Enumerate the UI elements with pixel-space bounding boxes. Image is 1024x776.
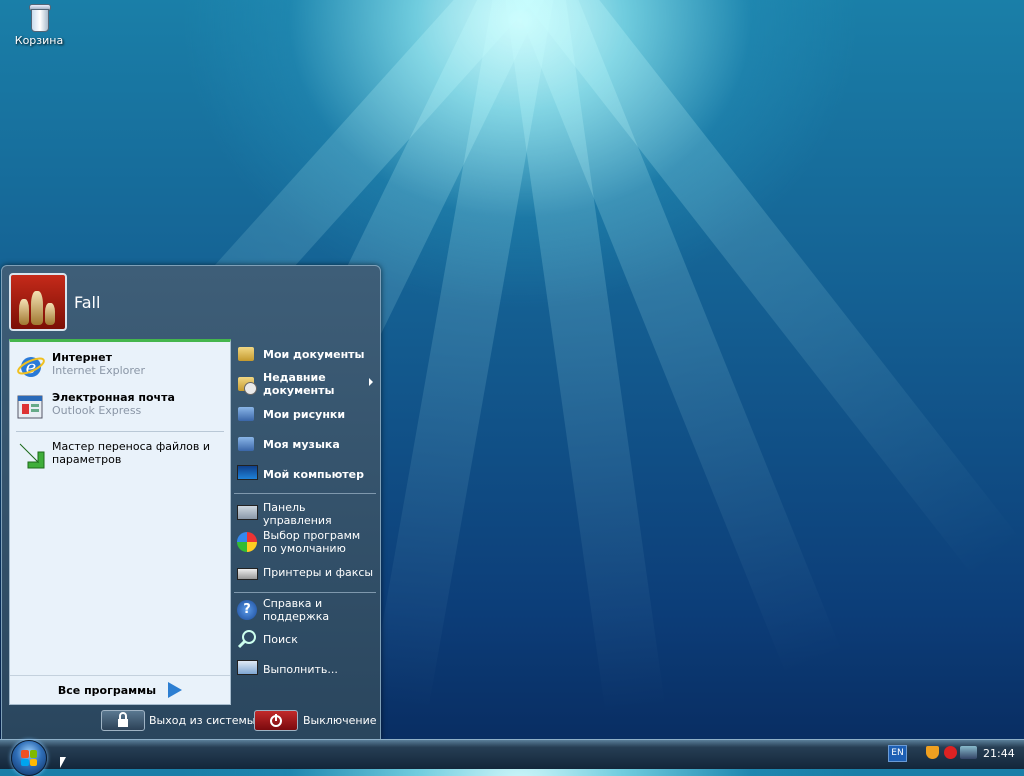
pinned-item-internet[interactable]: e Интернет Internet Explorer xyxy=(16,351,226,381)
recent-item-transfer-wizard[interactable]: Мастер переноса файлов и параметров xyxy=(16,440,226,470)
log-off-label[interactable]: Выход из системы xyxy=(149,714,255,727)
power-bar: Выход из системы Выключение xyxy=(2,703,380,739)
pinned-item-subtitle: Internet Explorer xyxy=(52,364,145,377)
menu-item-label: Выбор программ по умолчанию xyxy=(263,529,361,555)
lock-icon xyxy=(118,712,128,727)
desktop-icon-recycle-bin[interactable]: Корзина xyxy=(12,2,66,47)
menu-item-label: Поиск xyxy=(263,632,298,646)
desktop-icon-label: Корзина xyxy=(14,34,64,47)
computer-icon xyxy=(236,463,258,485)
documents-folder-icon xyxy=(236,343,258,365)
programs-pane: e Интернет Internet Explorer Электронная… xyxy=(9,339,231,705)
pictures-icon xyxy=(236,403,258,425)
menu-item-recent-documents[interactable]: Недавние документы xyxy=(236,371,376,397)
pane-divider xyxy=(16,431,224,432)
taskbar xyxy=(0,739,1024,769)
menu-item-label: Мои документы xyxy=(263,347,365,361)
all-programs-button[interactable]: Все программы xyxy=(10,675,230,704)
transfer-wizard-icon xyxy=(16,440,46,470)
menu-item-label: Моя музыка xyxy=(263,437,340,451)
music-icon xyxy=(236,433,258,455)
menu-item-printers[interactable]: Принтеры и факсы xyxy=(236,561,376,583)
recycle-bin-icon xyxy=(27,2,51,32)
right-divider xyxy=(234,592,376,593)
recent-item-title: Мастер переноса файлов и параметров xyxy=(52,440,211,466)
submenu-arrow-icon xyxy=(369,378,373,386)
control-panel-icon xyxy=(236,503,258,525)
menu-item-label: Принтеры и факсы xyxy=(263,565,374,579)
menu-item-my-pictures[interactable]: Мои рисунки xyxy=(236,403,376,425)
run-icon xyxy=(236,658,258,680)
menu-item-label: Выполнить... xyxy=(263,662,338,676)
menu-item-control-panel[interactable]: Панель управления xyxy=(236,501,376,527)
menu-item-my-music[interactable]: Моя музыка xyxy=(236,433,376,455)
power-icon xyxy=(270,714,282,727)
start-menu: Fall e Интернет Internet Explorer Электр… xyxy=(1,265,381,740)
menu-item-my-documents[interactable]: Мои документы xyxy=(236,343,376,365)
menu-item-run[interactable]: Выполнить... xyxy=(236,658,376,680)
log-off-button[interactable] xyxy=(101,710,145,731)
pinned-item-title: Электронная почта xyxy=(52,391,175,404)
shut-down-label[interactable]: Выключение xyxy=(303,714,377,727)
menu-item-help[interactable]: ? Справка и поддержка xyxy=(236,597,376,623)
menu-item-label: Недавние документы xyxy=(263,371,335,397)
menu-item-label: Справка и поддержка xyxy=(263,597,330,623)
default-programs-icon xyxy=(236,531,258,553)
menu-item-search[interactable]: Поиск xyxy=(236,628,376,650)
language-indicator[interactable]: EN xyxy=(888,745,907,762)
menu-item-my-computer[interactable]: Мой компьютер xyxy=(236,463,376,485)
shut-down-button[interactable] xyxy=(254,710,298,731)
help-icon: ? xyxy=(236,599,258,621)
menu-item-label: Мои рисунки xyxy=(263,407,346,421)
mouse-cursor xyxy=(60,757,66,768)
menu-item-label: Панель управления xyxy=(263,501,332,527)
clock[interactable]: 21:44 xyxy=(983,747,1015,760)
user-name: Fall xyxy=(74,293,101,312)
start-button[interactable] xyxy=(11,740,47,776)
avatar[interactable] xyxy=(9,273,67,331)
network-status-icon[interactable] xyxy=(960,746,977,759)
arrow-right-icon xyxy=(168,682,183,698)
outlook-express-icon xyxy=(16,391,46,421)
menu-item-default-programs[interactable]: Выбор программ по умолчанию xyxy=(236,529,376,555)
pinned-item-email[interactable]: Электронная почта Outlook Express xyxy=(16,391,226,421)
recent-documents-icon xyxy=(236,373,258,395)
user-header: Fall xyxy=(2,266,380,336)
search-icon xyxy=(236,628,258,650)
right-divider xyxy=(234,493,376,494)
pinned-item-title: Интернет xyxy=(52,351,112,364)
pinned-item-subtitle: Outlook Express xyxy=(52,404,142,417)
printer-icon xyxy=(236,561,258,583)
windows-flag-icon xyxy=(21,750,37,766)
security-shield-icon[interactable] xyxy=(926,746,939,759)
all-programs-label: Все программы xyxy=(57,683,157,697)
menu-item-label: Мой компьютер xyxy=(263,467,365,481)
network-error-icon[interactable] xyxy=(944,746,957,759)
internet-explorer-icon: e xyxy=(16,351,46,381)
